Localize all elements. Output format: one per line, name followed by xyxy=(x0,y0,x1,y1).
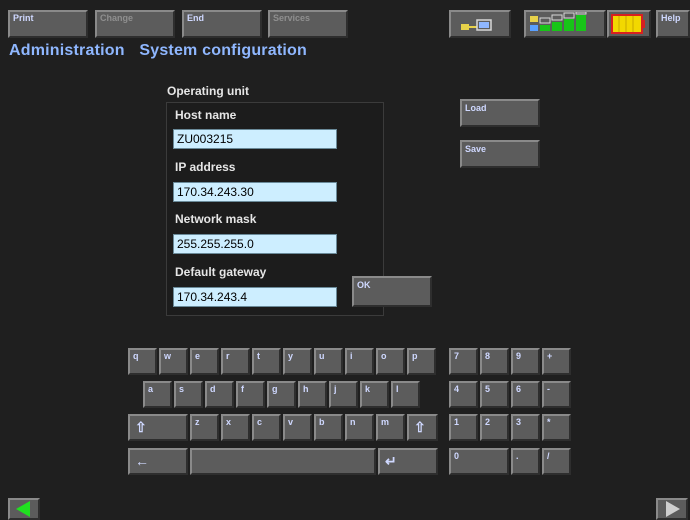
end-button[interactable]: End xyxy=(182,10,262,38)
breadcrumb: Administration System configuration xyxy=(9,42,317,60)
default-gateway-label: Default gateway xyxy=(175,265,267,279)
key-t[interactable]: t xyxy=(252,348,281,375)
backspace-key[interactable]: ← xyxy=(128,448,188,475)
key-multiply[interactable]: * xyxy=(542,414,571,441)
key-n[interactable]: n xyxy=(345,414,374,441)
shift-right-key[interactable]: ⇧ xyxy=(407,414,438,441)
load-button[interactable]: Load xyxy=(460,99,540,127)
key-7[interactable]: 7 xyxy=(449,348,478,375)
key-m[interactable]: m xyxy=(376,414,405,441)
key-z[interactable]: z xyxy=(190,414,219,441)
section-title: Operating unit xyxy=(167,84,249,98)
arrow-right-icon xyxy=(666,501,680,517)
key-p[interactable]: p xyxy=(407,348,436,375)
network-mask-label: Network mask xyxy=(175,212,257,226)
key-1[interactable]: 1 xyxy=(449,414,478,441)
ok-button[interactable]: OK xyxy=(352,276,432,307)
key-j[interactable]: j xyxy=(329,381,358,408)
key-v[interactable]: v xyxy=(283,414,312,441)
breadcrumb-area: Administration xyxy=(9,42,125,59)
key-9[interactable]: 9 xyxy=(511,348,540,375)
key-minus[interactable]: - xyxy=(542,381,571,408)
key-u[interactable]: u xyxy=(314,348,343,375)
help-button[interactable]: Help xyxy=(656,10,690,38)
services-button[interactable]: Services xyxy=(268,10,348,38)
save-button[interactable]: Save xyxy=(460,140,540,168)
space-key[interactable] xyxy=(190,448,376,475)
key-plus[interactable]: + xyxy=(542,348,571,375)
enter-key[interactable]: ↵ xyxy=(378,448,438,475)
key-e[interactable]: e xyxy=(190,348,219,375)
key-y[interactable]: y xyxy=(283,348,312,375)
key-b[interactable]: b xyxy=(314,414,343,441)
network-mask-field[interactable]: 255.255.255.0 xyxy=(173,234,337,254)
shift-left-key[interactable]: ⇧ xyxy=(128,414,188,441)
key-4[interactable]: 4 xyxy=(449,381,478,408)
key-g[interactable]: g xyxy=(267,381,296,408)
key-f[interactable]: f xyxy=(236,381,265,408)
key-r[interactable]: r xyxy=(221,348,250,375)
key-q[interactable]: q xyxy=(128,348,157,375)
change-button[interactable]: Change xyxy=(95,10,175,38)
key-3[interactable]: 3 xyxy=(511,414,540,441)
key-2[interactable]: 2 xyxy=(480,414,509,441)
key-c[interactable]: c xyxy=(252,414,281,441)
key-h[interactable]: h xyxy=(298,381,327,408)
forward-arrow-button[interactable] xyxy=(656,498,688,520)
host-name-label: Host name xyxy=(175,108,237,122)
key-o[interactable]: o xyxy=(376,348,405,375)
key-a[interactable]: a xyxy=(143,381,172,408)
back-arrow-button[interactable] xyxy=(8,498,40,520)
key-divide[interactable]: / xyxy=(542,448,571,475)
network-status-icon[interactable] xyxy=(449,10,511,38)
key-5[interactable]: 5 xyxy=(480,381,509,408)
print-button[interactable]: Print xyxy=(8,10,88,38)
key-l[interactable]: l xyxy=(391,381,420,408)
key-8[interactable]: 8 xyxy=(480,348,509,375)
key-6[interactable]: 6 xyxy=(511,381,540,408)
ip-address-label: IP address xyxy=(175,160,236,174)
arrow-left-icon xyxy=(16,501,30,517)
key-i[interactable]: i xyxy=(345,348,374,375)
default-gateway-field[interactable]: 170.34.243.4 xyxy=(173,287,337,307)
battery-icon[interactable] xyxy=(607,10,651,38)
key-d[interactable]: d xyxy=(205,381,234,408)
key-decimal[interactable]: . xyxy=(511,448,540,475)
key-x[interactable]: x xyxy=(221,414,250,441)
page-title: System configuration xyxy=(139,42,307,59)
key-0[interactable]: 0 xyxy=(449,448,509,475)
host-name-field[interactable]: ZU003215 xyxy=(173,129,337,149)
key-w[interactable]: w xyxy=(159,348,188,375)
signal-strength-icon[interactable] xyxy=(524,10,606,38)
ip-address-field[interactable]: 170.34.243.30 xyxy=(173,182,337,202)
key-k[interactable]: k xyxy=(360,381,389,408)
key-s[interactable]: s xyxy=(174,381,203,408)
